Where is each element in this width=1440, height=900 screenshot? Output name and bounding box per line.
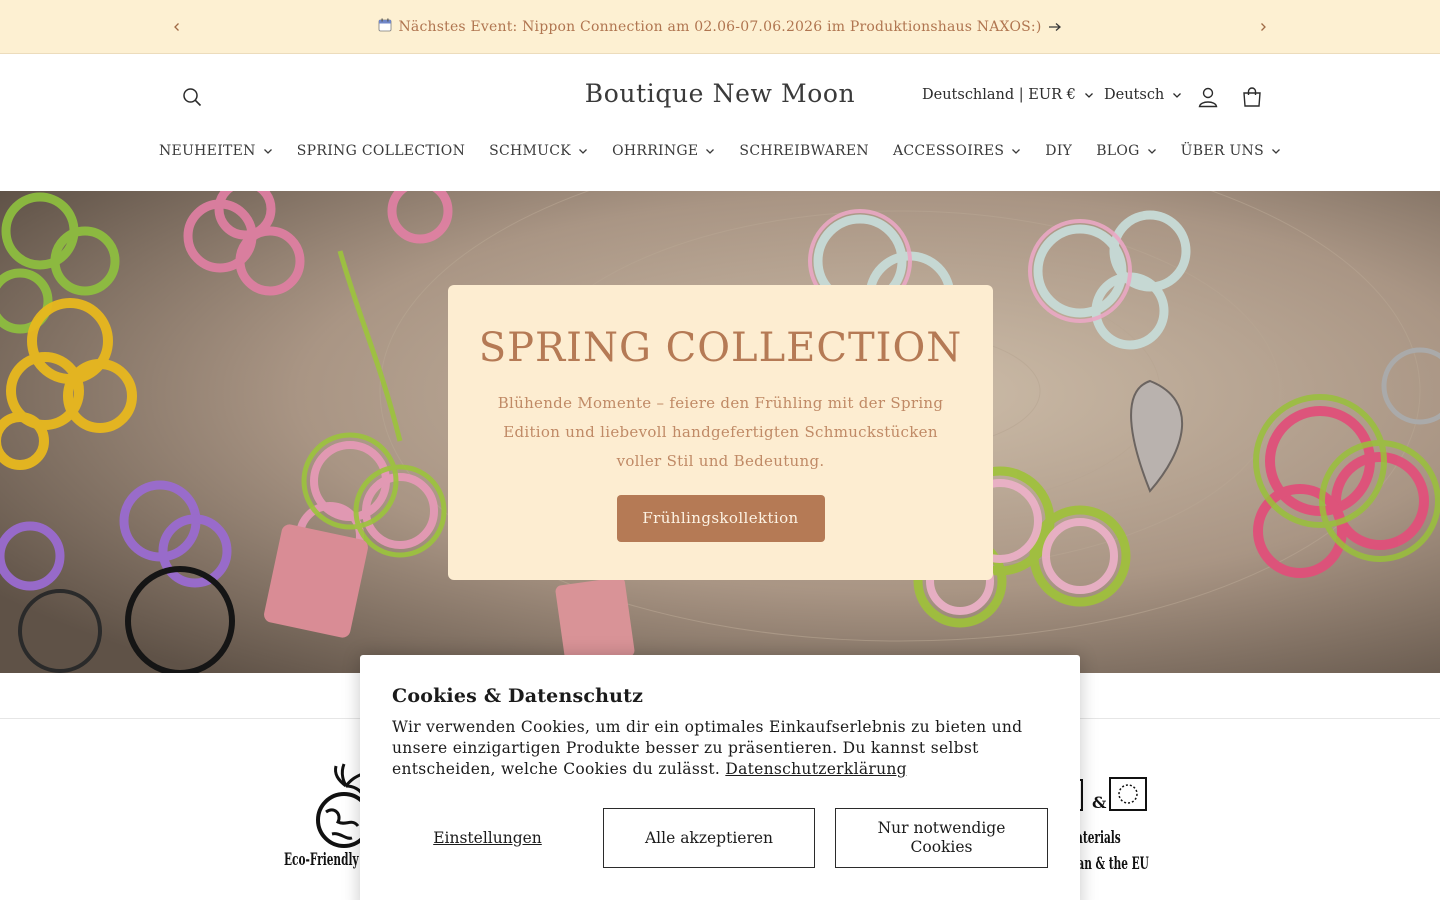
country-selector-label: Deutschland | EUR € xyxy=(922,87,1076,103)
nav-item-ueber-uns[interactable]: ÜBER UNS xyxy=(1169,140,1293,162)
eco-friendly-caption: Eco-Friendly P xyxy=(284,850,371,870)
search-icon xyxy=(183,88,202,107)
nav-item-label: SCHMUCK xyxy=(489,143,572,159)
brand-wrapper: Boutique New Moon xyxy=(0,79,1440,108)
chevron-right-icon xyxy=(1261,23,1266,31)
necessary-cookies-only-button[interactable]: Nur notwendige Cookies xyxy=(835,808,1048,868)
hero-text: Blühende Momente – feiere den Frühling m… xyxy=(497,394,944,470)
chevron-left-icon xyxy=(174,23,179,31)
cookie-actions: Einstellungen Alle akzeptieren Nur notwe… xyxy=(392,808,1048,868)
nav-item-diy[interactable]: DIY xyxy=(1033,140,1084,162)
nav-item-label: OHRRINGE xyxy=(612,143,699,159)
brand-logo-link[interactable]: Boutique New Moon xyxy=(585,79,855,108)
cart-button[interactable] xyxy=(1236,81,1268,113)
chevron-down-icon xyxy=(263,149,272,154)
account-button[interactable] xyxy=(1192,81,1224,113)
hero-content-card: SPRING COLLECTION Blühende Momente – fei… xyxy=(448,285,993,580)
cookie-title: Cookies & Datenschutz xyxy=(392,685,644,707)
chevron-down-icon xyxy=(1012,149,1021,154)
nav-item-label: BLOG xyxy=(1096,143,1140,159)
announcement-link[interactable]: Nächstes Event: Nippon Connection am 02.… xyxy=(378,18,1061,36)
nav-item-blog[interactable]: BLOG xyxy=(1084,140,1168,162)
hero-cta-button[interactable]: Frühlingskollektion xyxy=(616,495,825,542)
chevron-down-icon xyxy=(1173,93,1182,98)
cookie-text: Wir verwenden Cookies, um dir ein optima… xyxy=(392,717,1048,780)
nav-item-neuheiten[interactable]: NEUHEITEN xyxy=(147,140,285,162)
nav-item-label: SPRING COLLECTION xyxy=(296,143,466,159)
chevron-down-icon xyxy=(706,149,715,154)
chevron-down-icon xyxy=(1272,149,1280,154)
hero-banner: SPRING COLLECTION Blühende Momente – fei… xyxy=(0,191,1440,673)
svg-text:&: & xyxy=(1092,793,1107,812)
user-icon xyxy=(1198,87,1218,108)
nav-item-ohrringe[interactable]: OHRRINGE xyxy=(600,140,727,162)
cart-icon xyxy=(1243,87,1261,107)
hero-title: SPRING COLLECTION xyxy=(478,325,963,371)
cookie-description: Wir verwenden Cookies, um dir ein optima… xyxy=(392,718,1023,778)
accept-all-cookies-button[interactable]: Alle akzeptieren xyxy=(603,808,815,868)
cookie-settings-button[interactable]: Einstellungen xyxy=(392,808,583,868)
announcement-bar: Nächstes Event: Nippon Connection am 02.… xyxy=(0,0,1440,54)
calendar-icon xyxy=(378,18,392,36)
nav-item-label: NEUHEITEN xyxy=(159,143,256,159)
nav-item-accessoires[interactable]: ACCESSOIRES xyxy=(881,140,1033,162)
cookie-consent-dialog: Cookies & Datenschutz Wir verwenden Cook… xyxy=(360,655,1080,900)
chevron-down-icon xyxy=(579,149,588,154)
announcement-prev-button[interactable] xyxy=(164,14,190,40)
nav-item-label: ÜBER UNS xyxy=(1180,143,1264,159)
country-selector[interactable]: Deutschland | EUR € xyxy=(922,87,1094,103)
nav-item-label: DIY xyxy=(1045,143,1073,159)
announcement-next-button[interactable] xyxy=(1250,14,1276,40)
materials-caption-line-2: pan & the EU xyxy=(1070,854,1149,874)
language-selector-label: Deutsch xyxy=(1104,87,1165,103)
materials-caption-line-1: aterials xyxy=(1076,828,1121,848)
nav-item-schreibwaren[interactable]: SCHREIBWAREN xyxy=(727,140,881,162)
nav-item-schmuck[interactable]: SCHMUCK xyxy=(477,140,600,162)
privacy-policy-link[interactable]: Datenschutzerklärung xyxy=(725,760,907,778)
language-selector[interactable]: Deutsch xyxy=(1104,87,1182,103)
chevron-down-icon xyxy=(1084,93,1093,98)
site-header: Boutique New Moon Deutschland | EUR € De… xyxy=(0,55,1440,191)
arrow-right-icon xyxy=(1048,22,1061,31)
nav-item-label: ACCESSOIRES xyxy=(892,143,1005,159)
chevron-down-icon xyxy=(1147,149,1156,154)
nav-item-spring-collection[interactable]: SPRING COLLECTION xyxy=(285,140,477,162)
announcement-text: Nächstes Event: Nippon Connection am 02.… xyxy=(398,18,1042,35)
search-button[interactable] xyxy=(176,81,208,113)
main-nav: NEUHEITEN SPRING COLLECTION SCHMUCK OHRR… xyxy=(0,140,1440,162)
nav-item-label: SCHREIBWAREN xyxy=(739,143,869,159)
